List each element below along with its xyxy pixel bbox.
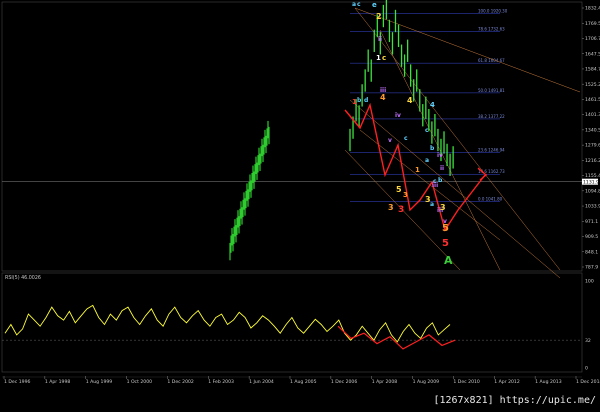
fib-level-label: 38.2 1377.22 xyxy=(478,114,505,119)
price-y-tick-label: 787.9 xyxy=(585,265,598,271)
x-tick-label: 1 Dec 2014 xyxy=(576,379,600,385)
x-tick-label: 1 Apr 2008 xyxy=(372,379,398,385)
x-tick-label: 1 Oct 2000 xyxy=(127,379,153,385)
rsi-y-tick-label: 100 xyxy=(585,279,594,285)
rsi-title: RSI(5) 46.0026 xyxy=(5,275,41,281)
x-tick-label: 1 Aug 2013 xyxy=(535,379,562,385)
wave-label: iv xyxy=(395,112,401,119)
wave-label: 2 xyxy=(376,12,382,21)
x-tick-label: 1 Aug 2009 xyxy=(413,379,440,385)
price-y-tick-label: 909.5 xyxy=(585,234,598,240)
chart-svg: 1832.40 1769.5 1706.7 1647.5 1584.7 1525.2 146… xyxy=(1,0,600,385)
wave-label: 3 xyxy=(403,191,408,199)
price-y-tick-label: 1033.9 xyxy=(585,204,600,210)
wave-label: c xyxy=(404,135,408,142)
wave-label: iv xyxy=(437,152,443,159)
wave-label: 1 xyxy=(415,166,420,174)
price-y-tick-label: 1584.7 xyxy=(585,67,600,73)
wave-label: c xyxy=(382,54,386,62)
wave-label: 5 xyxy=(442,223,449,234)
wave-label: A xyxy=(444,254,453,267)
wave-label: 4 xyxy=(407,96,413,105)
price-y-tick-label: 1525.2 xyxy=(585,82,600,88)
rsi-y-tick-label: 0 xyxy=(585,366,588,372)
wave-label: 3 xyxy=(388,203,394,212)
wave-label: v xyxy=(388,137,392,144)
wave-label: 5 xyxy=(442,238,449,249)
wave-label: 1 xyxy=(376,54,381,62)
wave-label: 4 xyxy=(430,101,435,109)
price-y-tick-label: 1461.5 xyxy=(585,97,600,103)
fib-level-label: 23.6 1246.94 xyxy=(478,147,505,152)
wave-label: ii xyxy=(378,36,382,43)
wave-label: 3 xyxy=(440,203,446,212)
fib-level-label: 78.6 1732.63 xyxy=(478,26,505,31)
price-y-tick-label: 1340.5 xyxy=(585,127,600,133)
wave-label: a xyxy=(425,157,429,164)
x-tick-label: 1 Aug 1999 xyxy=(86,379,113,385)
x-tick-label: 1 Jun 2004 xyxy=(249,379,274,385)
x-tick-label: 1 Apr 2012 xyxy=(494,379,520,385)
wave-label: 5 xyxy=(396,185,402,194)
wave-label: 3 xyxy=(398,205,404,215)
wave-label: b xyxy=(430,145,435,152)
watermark-text: [1267x821] https://upic.me/ xyxy=(433,395,596,406)
fan-line xyxy=(354,7,581,93)
rsi-line xyxy=(4,304,451,343)
fib-level-label: 100.0 1920.30 xyxy=(478,9,508,14)
x-tick-label: 1 Apr 1998 xyxy=(45,379,71,385)
wave-label: b xyxy=(438,177,443,184)
price-y-tick-label: 1279.6 xyxy=(585,143,600,149)
price-y-tick-label: 1094.8 xyxy=(585,188,600,194)
price-y-tick-label: 1401.3 xyxy=(585,112,600,118)
wave-label: a xyxy=(352,1,356,8)
x-tick-label: 1 Feb 2003 xyxy=(208,379,234,385)
fan-line xyxy=(349,99,561,279)
price-y-tick-label: 1832.40 xyxy=(585,6,600,12)
fib-level-label: 50.0 1491.81 xyxy=(478,88,505,93)
wave-label: ii xyxy=(440,165,444,172)
x-tick-label: 1 Dec 2002 xyxy=(167,379,194,385)
wave-label: c xyxy=(357,1,361,8)
indicator-panel-frame xyxy=(1,272,583,373)
x-tick-label: 1 Aug 2005 xyxy=(290,379,317,385)
x-tick-label: 1 Dec 1996 xyxy=(4,379,31,385)
wave-label: c xyxy=(425,127,429,134)
fan-line xyxy=(354,7,561,271)
wave-label: d xyxy=(364,97,368,104)
last-price-label: 1131.9 xyxy=(583,179,599,185)
price-y-tick-label: 1647.5 xyxy=(585,51,600,57)
rsi-projection-path xyxy=(337,325,456,350)
price-y-tick-label: 971.1 xyxy=(585,219,598,225)
price-y-tick-label: 848.1 xyxy=(585,249,598,255)
price-y-tick-label: 1216.2 xyxy=(585,158,600,164)
chart-root: 1832.40 1769.5 1706.7 1647.5 1584.7 1525.2 146… xyxy=(0,0,600,408)
price-y-tick-label: 1769.5 xyxy=(585,21,600,27)
wave-label: a xyxy=(430,201,434,208)
price-y-tick-label: 1155.4 xyxy=(585,173,600,179)
rsi-y-tick-label: 32 xyxy=(585,338,591,344)
price-y-tick-label: 1706.7 xyxy=(585,36,600,42)
wave-label: e xyxy=(372,1,377,9)
fib-level-label: 0.0 1041.80 xyxy=(478,197,503,202)
x-tick-label: 1 Dec 2010 xyxy=(453,379,480,385)
wave-label: b xyxy=(357,97,362,104)
price-panel-frame xyxy=(1,1,583,272)
wave-label: 4 xyxy=(380,93,386,102)
x-tick-label: 1 Dec 2006 xyxy=(331,379,358,385)
